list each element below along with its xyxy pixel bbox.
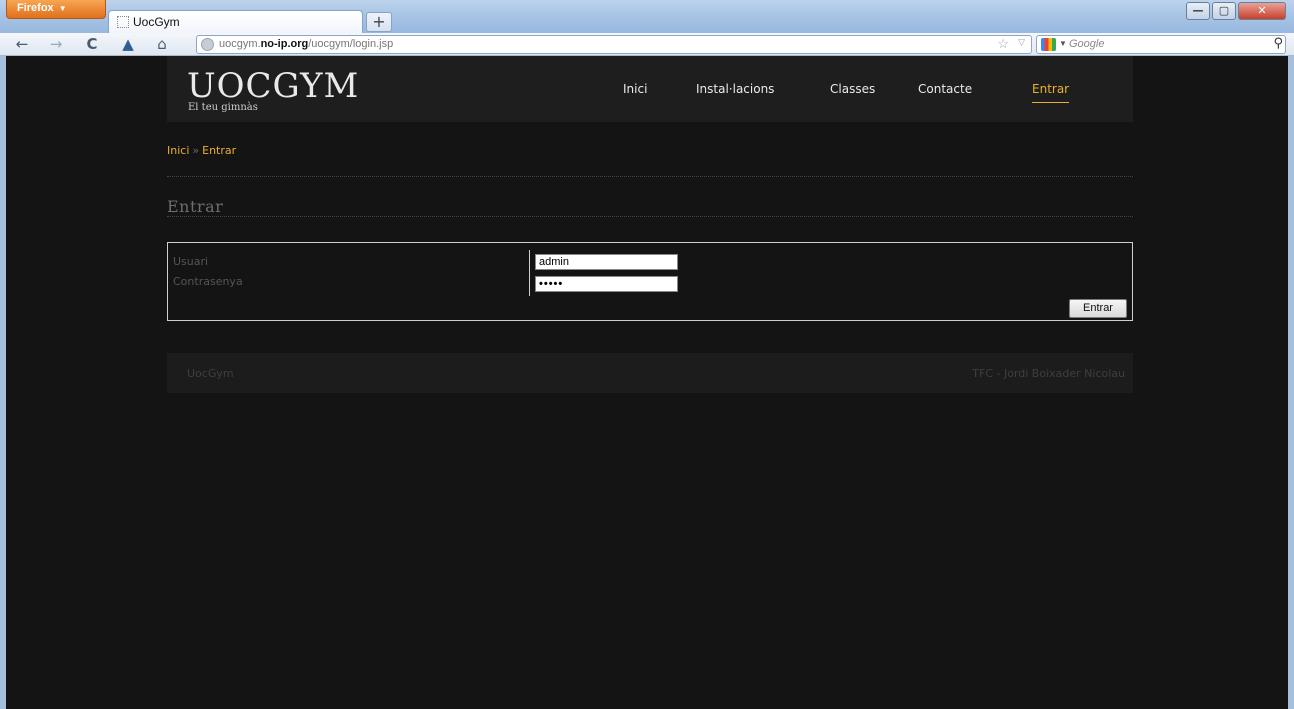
- url-path: /uocgym/login.jsp: [308, 38, 394, 50]
- address-bar[interactable]: uocgym.no-ip.org/uocgym/login.jsp ☆ ▽: [196, 35, 1032, 54]
- divider: [167, 176, 1133, 177]
- back-arrow-icon[interactable]: ←: [12, 34, 32, 54]
- google-logo-icon[interactable]: [1041, 38, 1056, 51]
- globe-icon: [201, 38, 214, 51]
- close-window-button[interactable]: ✕: [1238, 2, 1286, 20]
- site-logo[interactable]: UOCGYM: [187, 66, 359, 106]
- url-dropdown-icon[interactable]: ▽: [1018, 37, 1025, 48]
- nav-item-installacions[interactable]: Instal·lacions: [696, 82, 774, 96]
- breadcrumb-current: Entrar: [202, 144, 237, 157]
- username-input[interactable]: [535, 254, 678, 270]
- browser-titlebar: Firefox ▼ UocGym + — ▢ ✕: [0, 0, 1294, 33]
- site-tagline: El teu gimnàs: [188, 102, 258, 113]
- search-icon[interactable]: ⚲: [1273, 36, 1283, 51]
- window-border-right: [1288, 56, 1294, 709]
- reload-icon[interactable]: C: [82, 34, 102, 54]
- form-divider: [529, 250, 530, 296]
- nav-item-entrar[interactable]: Entrar: [1032, 82, 1070, 103]
- page-title: Entrar: [167, 197, 224, 216]
- password-label: Contrasenya: [173, 275, 243, 288]
- breadcrumb-home-link[interactable]: Inici: [167, 144, 189, 157]
- minimize-button[interactable]: —: [1186, 2, 1210, 20]
- search-placeholder: Google: [1069, 38, 1105, 50]
- nav-item-classes[interactable]: Classes: [830, 82, 875, 96]
- footer-site-name: UocGym: [187, 367, 234, 380]
- minimize-icon: —: [1192, 4, 1204, 17]
- login-form: Usuari Contrasenya ••••• Entrar: [167, 242, 1133, 321]
- close-icon: ✕: [1257, 4, 1267, 17]
- username-label: Usuari: [173, 255, 209, 268]
- search-input[interactable]: ▼ Google ⚲: [1036, 35, 1286, 54]
- firefox-menu-button[interactable]: Firefox ▼: [6, 0, 106, 19]
- nav-item-inici[interactable]: Inici: [623, 82, 647, 96]
- breadcrumb: Inici» Entrar: [167, 144, 236, 157]
- site-header: UOCGYM El teu gimnàs Inici Instal·lacion…: [167, 56, 1133, 122]
- chevron-down-icon: ▼: [1059, 39, 1067, 48]
- new-tab-button[interactable]: +: [366, 12, 392, 32]
- forward-arrow-icon[interactable]: →: [46, 34, 66, 54]
- star-icon[interactable]: ☆: [997, 36, 1009, 52]
- footer-credits: TFC - Jordi Boixader Nicolau: [972, 367, 1125, 380]
- page-favicon-icon: [117, 16, 129, 28]
- page-viewport: UOCGYM El teu gimnàs Inici Instal·lacion…: [6, 56, 1288, 709]
- site-footer: UocGym TFC - Jordi Boixader Nicolau: [167, 353, 1133, 393]
- breadcrumb-separator: »: [192, 144, 200, 157]
- browser-navbar: ← → C ▲ ⌂ uocgym.no-ip.org/uocgym/login.…: [0, 33, 1294, 56]
- url-prefix: uocgym.: [219, 38, 261, 50]
- password-input[interactable]: •••••: [535, 276, 678, 292]
- browser-tab[interactable]: UocGym: [108, 10, 363, 33]
- divider: [167, 216, 1133, 217]
- maximize-icon: ▢: [1218, 4, 1230, 17]
- firefox-menu-label: Firefox: [17, 2, 54, 14]
- tab-title: UocGym: [133, 15, 180, 29]
- login-submit-button[interactable]: Entrar: [1069, 299, 1127, 318]
- maximize-button[interactable]: ▢: [1212, 2, 1236, 20]
- chevron-down-icon: ▼: [58, 4, 67, 13]
- bookmark-icon[interactable]: ▲: [118, 34, 138, 54]
- nav-item-contacte[interactable]: Contacte: [918, 82, 972, 96]
- url-host: no-ip.org: [260, 38, 309, 50]
- home-icon[interactable]: ⌂: [152, 34, 172, 54]
